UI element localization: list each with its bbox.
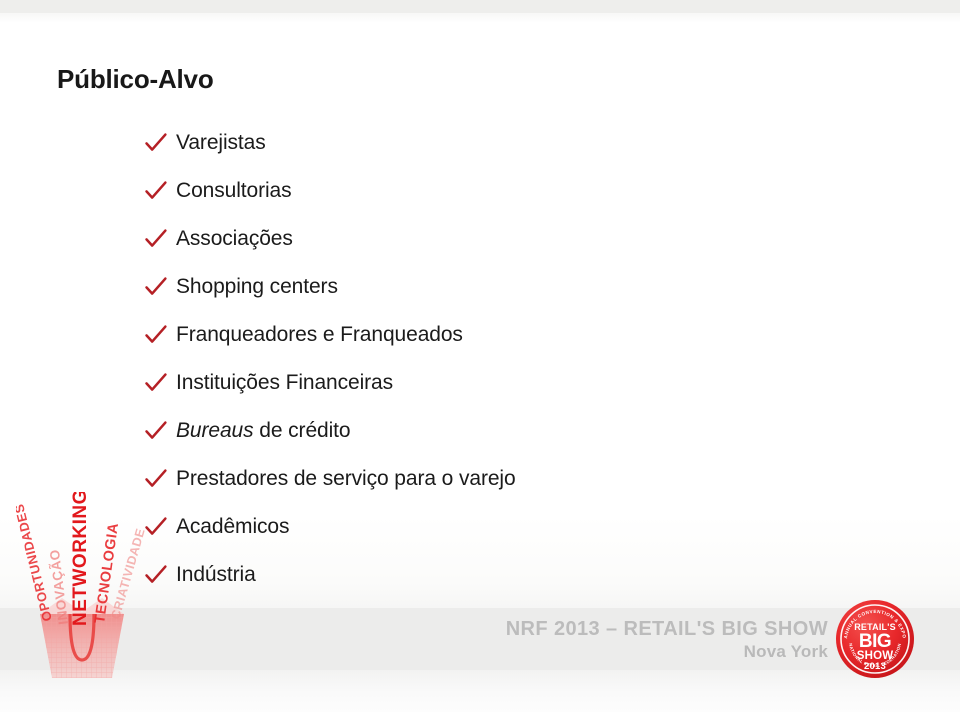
logo-line-big: BIG	[859, 631, 891, 652]
check-icon	[143, 130, 176, 156]
check-icon	[143, 466, 176, 492]
list-item-label-rest: de crédito	[253, 419, 351, 443]
check-icon	[143, 418, 176, 444]
footer-event-location: Nova York	[743, 642, 828, 661]
list-item: Shopping centers	[143, 263, 516, 311]
list-item-label: Instituições Financeiras	[176, 371, 394, 395]
check-icon	[143, 514, 176, 540]
shopping-bag-wordcloud: OPORTUNIDADES INOVAÇÃO NETWORKING TECNOL…	[16, 492, 148, 692]
list-item-label: Varejistas	[176, 131, 266, 155]
page-title: Público-Alvo	[57, 64, 214, 94]
check-icon	[143, 322, 176, 348]
list-item-label: Franqueadores e Franqueados	[176, 323, 463, 347]
list-item-label: Consultorias	[176, 179, 292, 203]
list-item: Indústria	[143, 551, 516, 599]
footer-event-text: NRF 2013 – RETAIL'S BIG SHOW Nova York	[440, 618, 828, 663]
list-item-label: Bureaus de crédito	[176, 420, 351, 441]
list-item-label-italic: Bureaus	[176, 419, 254, 443]
check-icon	[143, 226, 176, 252]
slide-canvas: Público-Alvo Varejistas Consultorias Assoc…	[0, 0, 960, 712]
list-item: Prestadores de serviço para o varejo	[143, 455, 516, 503]
list-item-label: Acadêmicos	[176, 515, 290, 539]
list-item-label: Prestadores de serviço para o varejo	[176, 467, 516, 491]
check-icon	[143, 562, 176, 588]
list-item: Bureaus de crédito	[143, 407, 516, 455]
list-item: Franqueadores e Franqueados	[143, 311, 516, 359]
target-audience-list: Varejistas Consultorias Associações Shoppin…	[143, 119, 516, 599]
list-item-label: Indústria	[176, 563, 256, 587]
logo-line-year: 2013	[864, 661, 886, 672]
background-band-top-fade	[0, 13, 960, 23]
list-item: Consultorias	[143, 167, 516, 215]
list-item-label: Associações	[176, 227, 293, 251]
svg-text:NETWORKING: NETWORKING	[70, 492, 91, 626]
background-band-top	[0, 0, 960, 13]
check-icon	[143, 274, 176, 300]
footer-event-title: NRF 2013 – RETAIL'S BIG SHOW	[505, 618, 828, 640]
list-item-label: Shopping centers	[176, 275, 338, 299]
list-item: Acadêmicos	[143, 503, 516, 551]
list-item: Varejistas	[143, 119, 516, 167]
retails-big-show-logo: ANNUAL CONVENTION & EXPO NATIONAL RETAIL…	[833, 597, 917, 681]
list-item: Associações	[143, 215, 516, 263]
check-icon	[143, 178, 176, 204]
check-icon	[143, 370, 176, 396]
list-item: Instituições Financeiras	[143, 359, 516, 407]
